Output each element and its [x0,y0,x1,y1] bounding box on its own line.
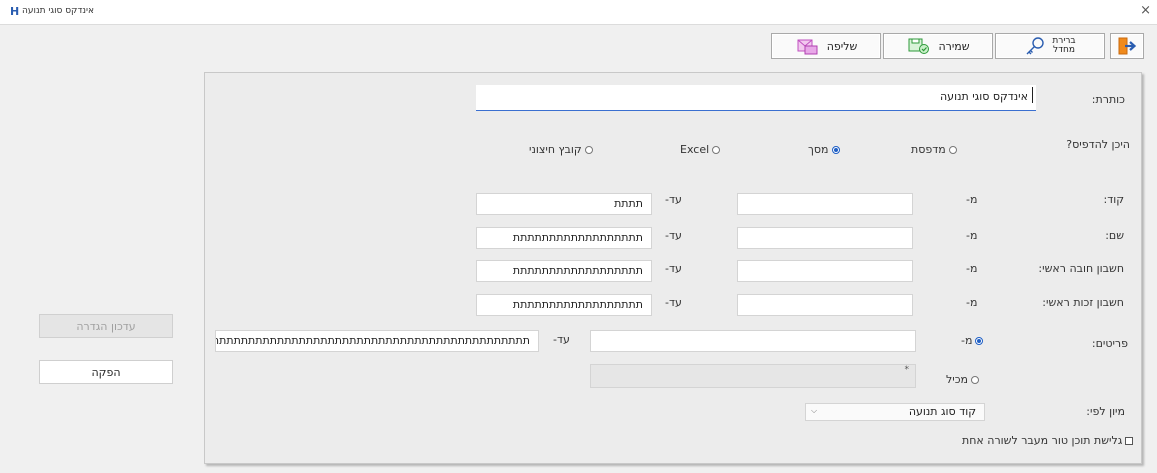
text-cursor [1032,87,1033,103]
code-to-input[interactable]: תתתת [476,193,652,215]
close-icon[interactable]: × [1140,3,1151,18]
contains-input: * [590,364,916,388]
main-debit-from-input[interactable] [737,260,913,282]
main-debit-to-input[interactable]: תתתתתתתתתתתתתתתתתת [476,260,652,282]
contains-radio-label: מכיל [946,373,968,386]
fetch-button[interactable]: שליפה [771,33,881,59]
items-to-input[interactable]: תתתתתתתתתתתתתתתתתתתתתתתתתתתתתתתתתתתתתתתת… [215,330,539,352]
name-to-input[interactable]: תתתתתתתתתתתתתתתתתת [476,227,652,249]
main-credit-account-label: חשבון זכות ראשי: [1042,296,1124,309]
items-range-radio[interactable]: מ- [961,334,984,347]
items-range-radio-label: מ- [961,334,973,347]
code-from-label: מ- [966,193,978,206]
items-to-label: עד- [553,333,570,346]
default-button[interactable]: ברירת מחדל [995,33,1105,59]
wrap-content-checkbox[interactable]: גלישת תוכן טור מעבר לשורה אחת [962,434,1134,447]
code-from-input[interactable] [737,193,913,215]
print-destination-label: היכן להדפיס? [1066,138,1130,151]
main-credit-to-label: עד- [665,296,682,309]
exit-door-icon [1118,37,1137,55]
print-option-external-file[interactable]: קובץ חיצוני [529,143,593,156]
main-debit-account-label: חשבון חובה ראשי: [1038,262,1124,275]
default-label-line2: מחדל [1052,45,1075,55]
radio-excel-icon [712,145,721,154]
app-logo-icon: H [10,5,20,18]
save-icon [908,38,930,54]
print-option-excel[interactable]: Excel [680,143,721,156]
main-credit-to-input[interactable]: תתתתתתתתתתתתתתתתתת [476,294,652,316]
print-option-printer-label: מדפסת [911,143,946,156]
sort-select-value: קוד סוג תנועה [908,405,976,418]
items-label: פריטים: [1091,337,1128,350]
window-title: אינדקס סוגי תנועה [22,6,94,16]
contains-star: * [904,365,910,375]
sort-label: מיון לפי: [1086,405,1125,418]
key-icon [1026,37,1045,55]
print-option-screen-label: מסך [808,143,829,156]
sort-select[interactable]: קוד סוג תנועה ⌵ [805,403,985,421]
name-label: שם: [1105,229,1124,242]
default-label: ברירת מחדל [1052,37,1075,55]
name-from-label: מ- [966,229,978,242]
main-credit-from-input[interactable] [737,294,913,316]
radio-contains-icon [971,375,979,384]
title-bar: H אינדקס סוגי תנועה × [0,0,1157,25]
name-to-label: עד- [665,229,682,242]
print-option-screen[interactable]: מסך [808,143,840,156]
update-definition-button[interactable]: עדכון הגדרה [39,314,173,338]
chevron-down-icon: ⌵ [811,406,818,415]
contains-radio[interactable]: מכיל [946,373,979,386]
items-from-input[interactable] [590,330,916,352]
code-label: קוד: [1103,193,1124,206]
print-option-excel-label: Excel [680,143,710,156]
save-label: שמירה [938,39,970,53]
print-option-external-file-label: קובץ חיצוני [529,143,582,156]
exit-button[interactable] [1110,33,1144,59]
code-to-label: עד- [665,193,682,206]
radio-items-range-selected-icon [975,336,984,345]
produce-button[interactable]: הפקה [39,360,173,384]
radio-external-file-icon [584,145,593,154]
title-input[interactable]: אינדקס סוגי תנועה [476,85,1036,111]
print-option-printer[interactable]: מדפסת [911,143,957,156]
fetch-label: שליפה [826,39,858,53]
wrap-content-label: גלישת תוכן טור מעבר לשורה אחת [962,434,1123,447]
save-button[interactable]: שמירה [883,33,993,59]
radio-screen-selected-icon [831,145,840,154]
radio-printer-icon [948,145,957,154]
main-debit-from-label: מ- [966,262,978,275]
name-from-input[interactable] [737,227,913,249]
checkbox-icon [1125,436,1134,445]
fetch-icon [797,39,818,55]
main-credit-from-label: מ- [966,296,978,309]
main-debit-to-label: עד- [665,262,682,275]
title-label: כותרת: [1091,93,1125,106]
